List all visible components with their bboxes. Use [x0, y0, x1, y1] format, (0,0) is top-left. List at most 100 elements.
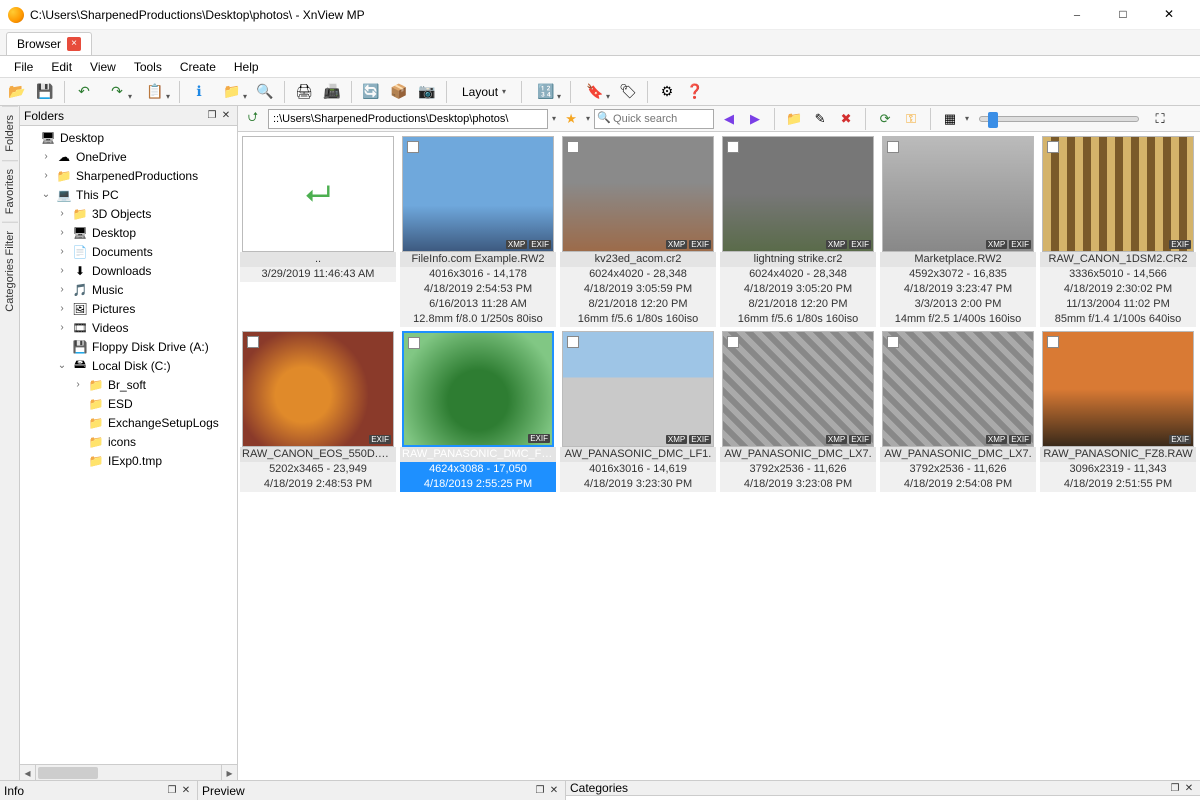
capture-icon[interactable]: 📷 — [414, 80, 440, 104]
tree-item[interactable]: 🖥Desktop — [20, 128, 237, 147]
close-button[interactable]: ✕ — [1146, 0, 1192, 30]
redo-icon[interactable]: ↷ — [99, 80, 135, 104]
save-icon[interactable]: 💾 — [32, 80, 58, 104]
rename-icon[interactable]: ✎ — [809, 108, 831, 130]
path-input[interactable] — [268, 109, 548, 129]
nav-up-icon[interactable]: ⮍ — [242, 108, 264, 130]
address-bar: ⮍ ▾ ★ ▾ ◀ ▶ 📁 ✎ ✖ ⟳ ⚿ ▦ ▾ ⛶ — [238, 106, 1200, 132]
menu-create[interactable]: Create — [172, 58, 224, 76]
help-icon[interactable]: ❓ — [682, 80, 708, 104]
thumbnail-size-slider[interactable] — [979, 116, 1139, 122]
path-dropdown-icon[interactable]: ▾ — [552, 114, 556, 123]
undock-icon[interactable]: ❐ — [165, 784, 179, 798]
thumbnail-item[interactable]: ⮠..3/29/2019 11:46:43 AM — [240, 136, 396, 327]
thumbnail-item[interactable]: EXIFRAW_PANASONIC_FZ8.RAW3096x2319 - 11,… — [1040, 331, 1196, 492]
thumbnail-item[interactable]: EXIFRAW_CANON_EOS_550D.CR25202x3465 - 23… — [240, 331, 396, 492]
separator — [570, 81, 571, 103]
side-tabs: Folders Favorites Categories Filter — [0, 106, 20, 780]
close-tab-icon[interactable]: × — [67, 37, 81, 51]
undock-icon[interactable]: ❐ — [1168, 781, 1182, 795]
tree-item[interactable]: ›📁SharpenedProductions — [20, 166, 237, 185]
thumbnail-item[interactable]: XMPEXIFFileInfo.com Example.RW24016x3016… — [400, 136, 556, 327]
thumbnail-item[interactable]: XMPEXIFlightning strike.cr26024x4020 - 2… — [720, 136, 876, 327]
tree-item[interactable]: ›🎞Videos — [20, 318, 237, 337]
tree-item[interactable]: ›🎵Music — [20, 280, 237, 299]
close-panel-icon[interactable]: ✕ — [1182, 781, 1196, 795]
favorite-icon[interactable]: ★ — [560, 108, 582, 130]
menu-file[interactable]: File — [6, 58, 41, 76]
browser-tab[interactable]: Browser × — [6, 32, 92, 55]
tree-item[interactable]: ›⬇Downloads — [20, 261, 237, 280]
thumbnail-item[interactable]: XMPEXIFkv23ed_acom.cr26024x4020 - 28,348… — [560, 136, 716, 327]
filter-icon[interactable]: ⚿ — [900, 108, 922, 130]
tree-item[interactable]: ›🖼Pictures — [20, 299, 237, 318]
refresh-icon[interactable]: ⟳ — [874, 108, 896, 130]
thumbnail-item[interactable]: XMPEXIFAW_PANASONIC_DMC_LF1.4016x3016 - … — [560, 331, 716, 492]
tree-item[interactable]: 💾Floppy Disk Drive (A:) — [20, 337, 237, 356]
side-tab-favorites[interactable]: Favorites — [2, 160, 18, 222]
thumbnail-item[interactable]: EXIFRAW_PANASONIC_DMC_FZ...4624x3088 - 1… — [400, 331, 556, 492]
convert-icon[interactable]: 🔄 — [358, 80, 384, 104]
tree-hscrollbar[interactable]: ◂ ▸ — [20, 764, 237, 780]
tree-item[interactable]: ⌄🖴Local Disk (C:) — [20, 356, 237, 375]
tree-item[interactable]: 📁IExp0.tmp — [20, 451, 237, 470]
scroll-track[interactable] — [36, 765, 221, 780]
menu-help[interactable]: Help — [226, 58, 267, 76]
slider-knob[interactable] — [988, 112, 998, 128]
tree-item[interactable]: ›📁3D Objects — [20, 204, 237, 223]
tree-item[interactable]: 📁ESD — [20, 394, 237, 413]
batch-icon[interactable]: 📦 — [386, 80, 412, 104]
folder-icon[interactable]: 📁 — [214, 80, 250, 104]
thumbnail-item[interactable]: XMPEXIFAW_PANASONIC_DMC_LX7.3792x2536 - … — [880, 331, 1036, 492]
thumbnail-item[interactable]: EXIFRAW_CANON_1DSM2.CR23336x5010 - 14,56… — [1040, 136, 1196, 327]
undock-icon[interactable]: ❐ — [533, 784, 547, 798]
undo-icon[interactable]: ↶ — [71, 80, 97, 104]
sort-icon[interactable]: 🔢 — [528, 80, 564, 104]
tag-icon[interactable]: 🏷 — [615, 80, 641, 104]
undock-icon[interactable]: ❐ — [205, 109, 219, 123]
tree-item[interactable]: ⌄💻This PC — [20, 185, 237, 204]
scroll-left-icon[interactable]: ◂ — [20, 765, 36, 780]
separator — [865, 108, 866, 130]
nav-back-icon[interactable]: ◀ — [718, 108, 740, 130]
info-icon[interactable]: ℹ — [186, 80, 212, 104]
side-tab-categories-filter[interactable]: Categories Filter — [2, 222, 18, 320]
menu-view[interactable]: View — [82, 58, 124, 76]
new-folder-icon[interactable]: 📁 — [783, 108, 805, 130]
tree-item[interactable]: ›📄Documents — [20, 242, 237, 261]
scroll-thumb[interactable] — [38, 767, 98, 779]
close-panel-icon[interactable]: ✕ — [179, 784, 193, 798]
bookmark-icon[interactable]: 🔖 — [577, 80, 613, 104]
tree-item[interactable]: ›📁Br_soft — [20, 375, 237, 394]
close-panel-icon[interactable]: ✕ — [547, 784, 561, 798]
delete-icon[interactable]: ✖ — [835, 108, 857, 130]
quick-search-input[interactable] — [594, 109, 714, 129]
close-panel-icon[interactable]: ✕ — [219, 109, 233, 123]
scan-icon[interactable]: 📠 — [319, 80, 345, 104]
thumbnail-grid[interactable]: ⮠..3/29/2019 11:46:43 AMXMPEXIFFileInfo.… — [238, 132, 1200, 780]
tree-item[interactable]: ›☁OneDrive — [20, 147, 237, 166]
thumbnail-item[interactable]: XMPEXIFAW_PANASONIC_DMC_LX7.3792x2536 - … — [720, 331, 876, 492]
menu-tools[interactable]: Tools — [126, 58, 170, 76]
tree-item[interactable]: 📁ExchangeSetupLogs — [20, 413, 237, 432]
settings-icon[interactable]: ⚙ — [654, 80, 680, 104]
tree-item[interactable]: ›🖥Desktop — [20, 223, 237, 242]
tree-item[interactable]: 📁icons — [20, 432, 237, 451]
minimize-button[interactable]: – — [1054, 0, 1100, 30]
print-icon[interactable]: 🖨 — [291, 80, 317, 104]
menu-edit[interactable]: Edit — [43, 58, 80, 76]
scroll-right-icon[interactable]: ▸ — [221, 765, 237, 780]
view-dropdown-icon[interactable]: ▾ — [965, 114, 969, 123]
view-mode-icon[interactable]: ▦ — [939, 108, 961, 130]
search-icon[interactable]: 🔍 — [252, 80, 278, 104]
layout-dropdown[interactable]: Layout▾ — [453, 82, 515, 102]
maximize-button[interactable]: □ — [1100, 0, 1146, 30]
fav-dropdown-icon[interactable]: ▾ — [586, 114, 590, 123]
folder-tree[interactable]: 🖥Desktop›☁OneDrive›📁SharpenedProductions… — [20, 126, 237, 764]
open-icon[interactable]: 📂 — [4, 80, 30, 104]
side-tab-folders[interactable]: Folders — [2, 106, 18, 160]
copy-icon[interactable]: 📋 — [137, 80, 173, 104]
fullscreen-icon[interactable]: ⛶ — [1149, 108, 1171, 130]
nav-fwd-icon[interactable]: ▶ — [744, 108, 766, 130]
thumbnail-item[interactable]: XMPEXIFMarketplace.RW24592x3072 - 16,835… — [880, 136, 1036, 327]
